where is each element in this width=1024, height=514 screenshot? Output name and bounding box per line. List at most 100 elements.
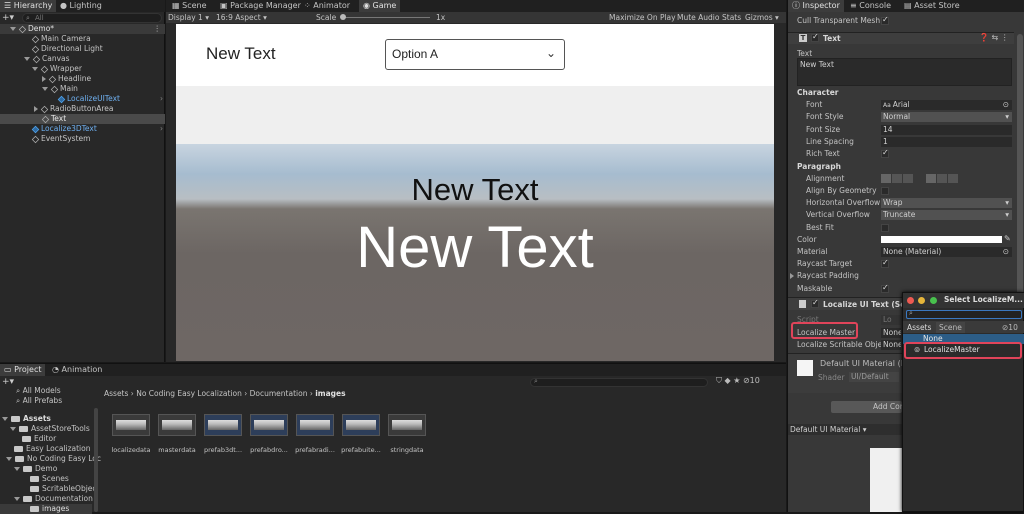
project-add-button[interactable]: +▾: [2, 377, 14, 387]
localize-component-toggle[interactable]: [811, 298, 819, 308]
localize-scriptable-field[interactable]: None: [881, 340, 901, 350]
maximize-window-icon[interactable]: [930, 297, 937, 304]
star-icon[interactable]: ★: [733, 376, 743, 385]
chevron-right-icon[interactable]: ›: [160, 124, 163, 134]
hierarchy-item[interactable]: LocalizeUIText ›: [57, 94, 165, 104]
tree-item[interactable]: No Coding Easy Loc: [6, 454, 101, 464]
tab-game[interactable]: ◉ Game: [359, 0, 401, 12]
material-footer[interactable]: Default UI Material ▾: [788, 424, 902, 435]
align-middle-icon[interactable]: [937, 174, 947, 183]
asset-thumbnail[interactable]: [112, 414, 150, 436]
add-button[interactable]: +▾: [2, 13, 14, 23]
tree-item[interactable]: Demo: [14, 464, 57, 474]
tab-asset-store[interactable]: ▤ Asset Store: [900, 0, 964, 12]
stats-button[interactable]: Stats: [722, 12, 741, 23]
asset-thumbnail[interactable]: [296, 414, 334, 436]
eyedropper-icon[interactable]: ✎: [1004, 234, 1011, 243]
hierarchy-item[interactable]: RadioButtonArea: [34, 104, 113, 114]
align-top-icon[interactable]: [926, 174, 936, 183]
add-component-button[interactable]: Add Com: [831, 401, 902, 413]
tree-scrollbar[interactable]: [94, 408, 98, 512]
favorite-item[interactable]: ⌕ All Models: [16, 386, 61, 396]
hierarchy-item[interactable]: EventSystem: [31, 134, 90, 144]
favorite-item[interactable]: ⌕ All Prefabs: [16, 396, 62, 406]
line-spacing-field[interactable]: 1: [881, 137, 1012, 147]
picker-search-input[interactable]: ⌕: [906, 309, 1022, 319]
tree-item[interactable]: ScritableObjec: [30, 484, 97, 494]
hierarchy-item[interactable]: Localize3DText ›: [31, 124, 165, 134]
minimize-window-icon[interactable]: [918, 297, 925, 304]
display-select[interactable]: Display 1 ▾: [168, 12, 209, 23]
project-search-input[interactable]: ⌕: [530, 377, 708, 387]
best-fit-checkbox[interactable]: [881, 224, 889, 232]
tree-item[interactable]: AssetStoreTools: [10, 424, 90, 434]
tab-project[interactable]: ▭ Project: [0, 364, 46, 376]
align-left-icon[interactable]: [881, 174, 891, 183]
breadcrumb-item[interactable]: Assets: [104, 389, 128, 398]
align-center-icon[interactable]: [892, 174, 902, 183]
maskable-checkbox[interactable]: [881, 283, 889, 293]
align-bottom-icon[interactable]: [948, 174, 958, 183]
tree-item[interactable]: images: [0, 504, 92, 514]
close-window-icon[interactable]: [907, 297, 914, 304]
hierarchy-item[interactable]: Demo* ⋮: [0, 24, 165, 34]
maximize-on-play-button[interactable]: Maximize On Play: [609, 12, 676, 23]
align-by-geometry-checkbox[interactable]: [881, 187, 889, 195]
color-field[interactable]: [881, 236, 1002, 243]
more-icon[interactable]: ⋮: [154, 24, 162, 34]
toolbar-icons[interactable]: ⛉ ◆ ★ ⊘10: [716, 376, 760, 386]
tree-item[interactable]: Scenes: [30, 474, 69, 484]
hierarchy-item[interactable]: Main: [42, 84, 78, 94]
breadcrumb-item[interactable]: images: [315, 389, 345, 398]
filter-type-icon[interactable]: ⛉: [716, 376, 725, 385]
picker-tab-scene[interactable]: Scene: [936, 322, 965, 333]
hierarchy-item[interactable]: Wrapper: [32, 64, 82, 74]
font-style-select[interactable]: Normal ▾: [881, 112, 1012, 122]
hierarchy-item[interactable]: Headline: [42, 74, 91, 84]
cull-transparent-mesh-checkbox[interactable]: [881, 15, 889, 25]
hierarchy-item[interactable]: Main Camera: [31, 34, 91, 44]
tree-item[interactable]: Easy Localization: [14, 444, 91, 454]
raycast-target-checkbox[interactable]: [881, 258, 889, 268]
shader-select[interactable]: UI/Default: [849, 372, 899, 382]
asset-thumbnail[interactable]: [342, 414, 380, 436]
gizmos-button[interactable]: Gizmos ▾: [745, 12, 779, 23]
scale-slider[interactable]: [342, 17, 430, 18]
eye-slash-icon[interactable]: ⊘: [743, 376, 750, 385]
vertical-overflow-select[interactable]: Truncate ▾: [881, 210, 1012, 220]
tab-animation[interactable]: ◔ Animation: [48, 364, 106, 376]
tab-animator[interactable]: ⁘ Animator: [300, 0, 354, 12]
tab-console[interactable]: ≡ Console: [846, 0, 895, 12]
game-viewport[interactable]: New Text Option A ⌄ New Text New Text: [176, 24, 774, 361]
tab-inspector[interactable]: ⓘ Inspector: [788, 0, 844, 12]
text-component-toggle[interactable]: [811, 32, 819, 42]
scale-handle[interactable]: [340, 14, 346, 20]
rich-text-checkbox[interactable]: [881, 148, 889, 158]
breadcrumb-item[interactable]: Documentation: [250, 389, 308, 398]
raycast-padding-foldout[interactable]: Raycast Padding: [790, 270, 859, 281]
alignment-buttons[interactable]: [881, 174, 958, 183]
scrollbar[interactable]: [1017, 34, 1023, 314]
tree-item[interactable]: Assets: [2, 414, 51, 424]
option-dropdown[interactable]: Option A ⌄: [385, 39, 565, 70]
tree-item[interactable]: Documentation: [14, 494, 93, 504]
asset-thumbnail[interactable]: [204, 414, 242, 436]
hierarchy-item[interactable]: Directional Light: [31, 44, 103, 54]
localize-master-field[interactable]: None: [881, 328, 901, 338]
hierarchy-item[interactable]: Text: [0, 114, 165, 124]
tree-item[interactable]: Editor: [22, 434, 56, 444]
object-picker-icon[interactable]: ⊙: [1003, 247, 1009, 257]
tab-hierarchy[interactable]: ☰ Hierarchy: [0, 0, 57, 12]
text-field[interactable]: New Text: [797, 58, 1012, 86]
asset-thumbnail[interactable]: [158, 414, 196, 436]
label-icon[interactable]: ◆: [725, 376, 734, 385]
aspect-select[interactable]: 16:9 Aspect ▾: [216, 12, 267, 23]
hierarchy-search[interactable]: ⌕ All: [22, 13, 162, 23]
material-field[interactable]: None (Material) ⊙: [881, 247, 1012, 257]
asset-thumbnail[interactable]: [388, 414, 426, 436]
tab-lighting[interactable]: ● Lighting: [56, 0, 106, 12]
mute-audio-button[interactable]: Mute Audio: [677, 12, 719, 23]
horizontal-overflow-select[interactable]: Wrap ▾: [881, 198, 1012, 208]
hierarchy-item[interactable]: Canvas: [24, 54, 70, 64]
asset-thumbnail[interactable]: [250, 414, 288, 436]
